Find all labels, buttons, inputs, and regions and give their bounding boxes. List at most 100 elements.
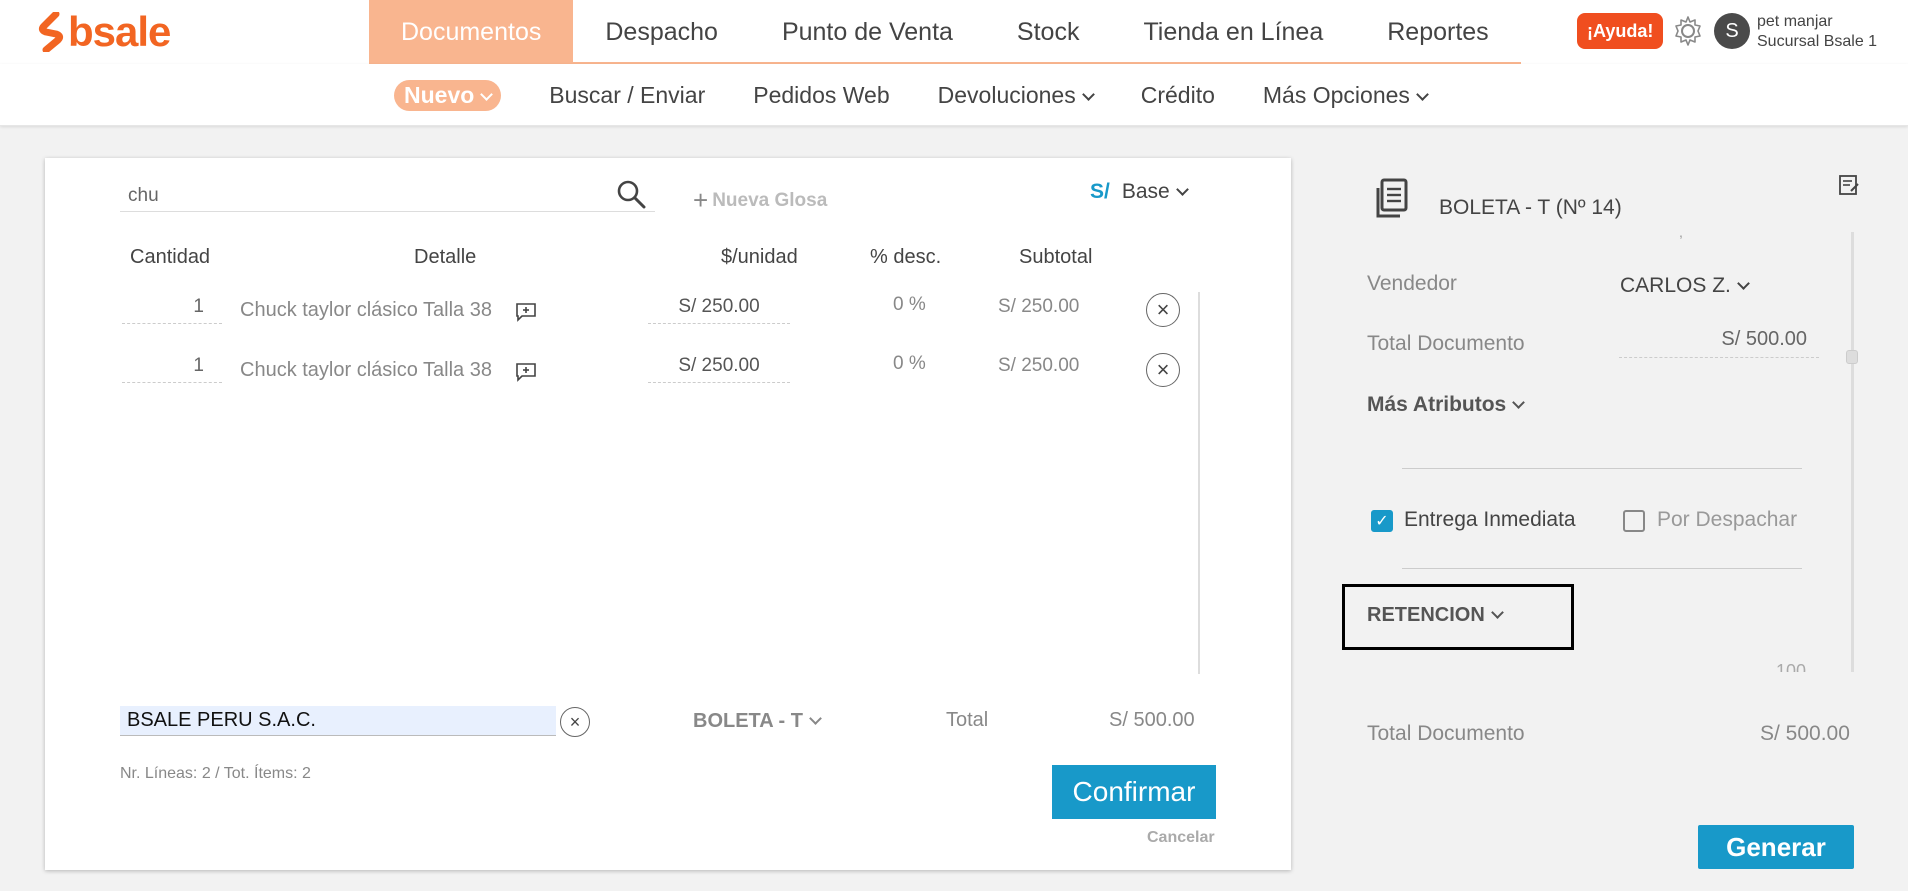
avatar[interactable]: S [1714,13,1750,49]
clear-client-button[interactable]: × [560,707,590,737]
client-input[interactable] [120,706,556,736]
nav-documentos[interactable]: Documentos [369,0,574,64]
row-2-discount[interactable]: 0 % [893,353,926,375]
nav-reportes[interactable]: Reportes [1355,0,1520,64]
subnav-nuevo-label: Nuevo [404,81,475,108]
total-documento-field[interactable]: S/ 500.00 [1619,328,1819,358]
remove-row-1-button[interactable]: × [1146,293,1180,327]
bsale-logo-icon [38,12,64,52]
column-cantidad: Cantidad [130,246,211,268]
vendedor-value: CARLOS Z. [1620,274,1731,297]
document-title: BOLETA - T (Nº 14) [1439,196,1622,219]
plus-icon: + [693,185,709,215]
chevron-down-icon [1490,606,1504,619]
price-list-label: Base [1121,180,1170,203]
close-icon: × [569,711,581,732]
user-name: pet manjar [1757,13,1833,30]
chevron-down-icon [1175,183,1189,196]
por-despachar-checkbox[interactable] [1623,510,1645,532]
top-bar: bsale Documentos Despacho Punto de Venta… [0,0,1908,64]
column-subtotal: Subtotal [1019,246,1093,268]
por-despachar-label: Por Despachar [1657,508,1798,531]
edit-note-icon[interactable] [1838,174,1860,196]
bsale-logo[interactable]: bsale [38,11,171,53]
chevron-down-icon [1081,87,1095,101]
search-icon[interactable] [615,178,647,210]
document-type-select[interactable]: BOLETA - T [693,710,822,733]
add-comment-icon[interactable] [515,302,537,322]
add-comment-icon[interactable] [515,362,537,382]
clipped-value: 100 [1776,662,1807,672]
remove-row-2-button[interactable]: × [1146,353,1180,387]
confirm-button[interactable]: Confirmar [1052,765,1216,819]
items-scroll-divider [1198,292,1200,674]
row-2-detail: Chuck taylor clásico Talla 38 [240,359,492,381]
row-2-subtotal: S/ 250.00 [998,355,1080,376]
product-search-input[interactable] [120,180,655,212]
scroll-hint: , [1679,224,1683,240]
mas-atributos-toggle[interactable]: Más Atributos [1367,393,1526,417]
subnav-mas-opciones-label: Más Opciones [1262,81,1410,108]
row-2-quantity[interactable]: 1 [122,351,222,383]
subnav-mas-opciones[interactable]: Más Opciones [1262,81,1429,109]
scrollbar-track[interactable] [1851,232,1854,672]
currency-symbol: S/ [1090,180,1110,203]
chevron-down-icon [809,712,822,725]
nav-stock[interactable]: Stock [985,0,1112,64]
nav-despacho[interactable]: Despacho [573,0,750,64]
subnav-devoluciones[interactable]: Devoluciones [937,81,1095,109]
row-1-price[interactable]: S/ 250.00 [648,292,790,324]
vendedor-label: Vendedor [1367,272,1457,295]
subnav-buscar-enviar[interactable]: Buscar / Enviar [549,82,705,109]
row-1-detail: Chuck taylor clásico Talla 38 [240,299,492,321]
nueva-glosa-button[interactable]: + Nueva Glosa [693,182,828,215]
row-2-price[interactable]: S/ 250.00 [648,351,790,383]
help-button[interactable]: ¡Ayuda! [1577,13,1664,49]
nav-tienda-en-linea[interactable]: Tienda en Línea [1111,0,1355,64]
column-descuento: % desc. [870,246,942,268]
mas-atributos-label: Más Atributos [1367,393,1507,416]
row-1-quantity[interactable]: 1 [122,292,222,324]
subnav-pedidos-web[interactable]: Pedidos Web [753,82,889,109]
sub-nav: Nuevo Buscar / Enviar Pedidos Web Devolu… [394,64,1429,126]
nav-punto-de-venta[interactable]: Punto de Venta [750,0,985,64]
column-detalle: Detalle [414,246,477,268]
main-nav: Documentos Despacho Punto de Venta Stock… [369,0,1521,64]
close-icon: × [1156,357,1170,382]
subnav-nuevo[interactable]: Nuevo [394,79,502,111]
chevron-down-icon [480,87,494,101]
side-panel: BOLETA - T (Nº 14) , Vendedor CARLOS Z. … [1330,160,1908,891]
entrega-inmediata-checkbox[interactable]: ✓ [1371,510,1393,532]
nueva-glosa-label: Nueva Glosa [712,190,828,211]
price-list-select[interactable]: S/Base [1090,180,1189,204]
sub-bar: Nuevo Buscar / Enviar Pedidos Web Devolu… [0,64,1908,126]
total-documento-bottom-value: S/ 500.00 [1760,722,1850,745]
vendedor-select[interactable]: CARLOS Z. [1620,274,1750,298]
check-icon: ✓ [1375,513,1389,530]
document-type-label: BOLETA - T [693,710,803,732]
document-card: +Nueva Glosa S/Base Cantidad Detalle $/u… [45,158,1291,870]
close-icon: × [1156,297,1170,322]
chevron-down-icon [1416,87,1429,101]
gear-icon[interactable] [1672,15,1704,47]
column-unidad: $/unidad [721,246,798,268]
user-info[interactable]: pet manjar Sucursal Bsale 1 [1757,12,1877,52]
total-documento-bottom-label: Total Documento [1367,722,1525,745]
subnav-devoluciones-label: Devoluciones [937,81,1076,108]
generar-button[interactable]: Generar [1698,825,1854,869]
total-label: Total [946,709,989,731]
branch-name: Sucursal Bsale 1 [1757,33,1878,50]
chevron-down-icon [1512,396,1526,409]
row-1-discount[interactable]: 0 % [893,294,926,316]
divider [1402,568,1802,569]
subnav-credito[interactable]: Crédito [1141,82,1215,109]
retencion-toggle[interactable]: RETENCION [1367,604,1504,627]
document-icon [1376,178,1408,218]
lines-info: Nr. Líneas: 2 / Tot. Ítems: 2 [120,765,311,782]
scrollbar-thumb[interactable] [1846,350,1858,364]
cancel-link[interactable]: Cancelar [1147,829,1215,847]
row-1-subtotal: S/ 250.00 [998,296,1080,317]
entrega-inmediata-label: Entrega Inmediata [1404,508,1576,531]
total-value: S/ 500.00 [1109,709,1195,731]
total-documento-label: Total Documento [1367,332,1525,355]
